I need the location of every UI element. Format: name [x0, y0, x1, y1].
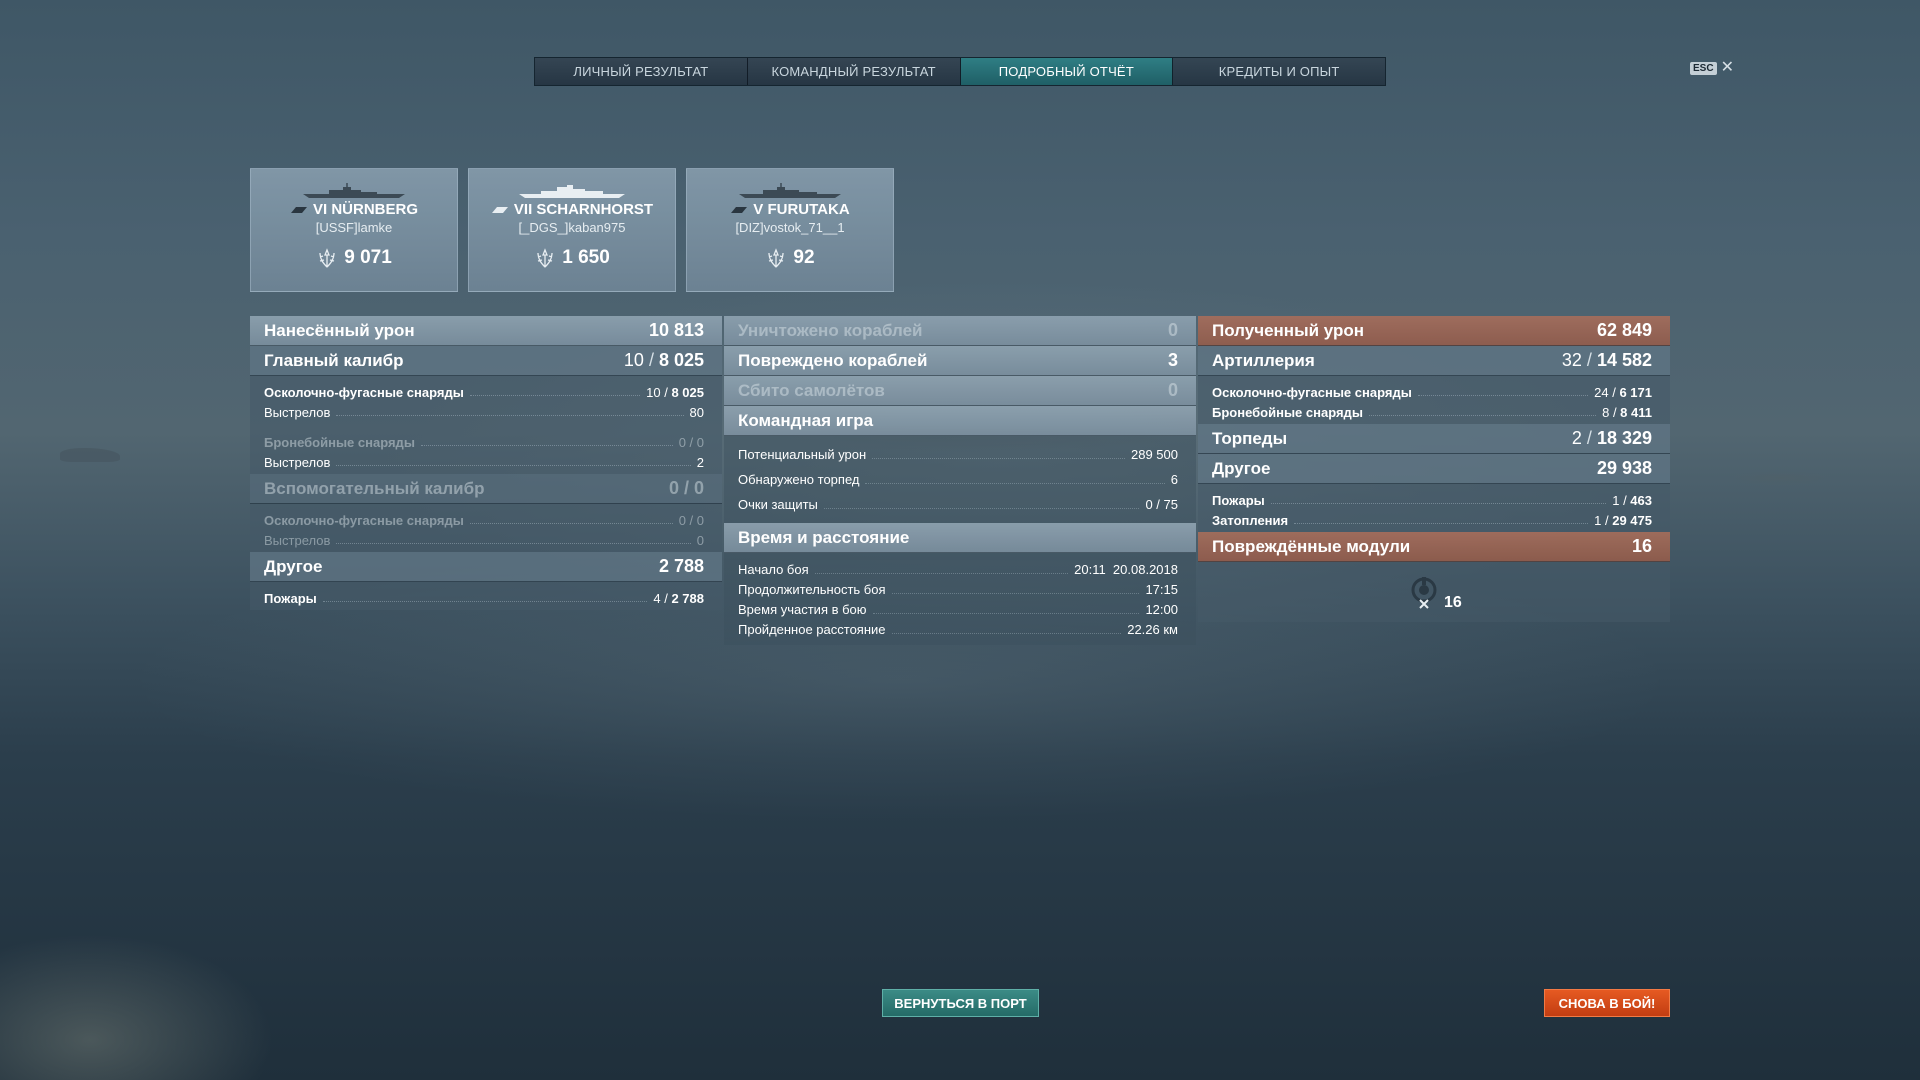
battle-duration-row: Продолжительность боя 17:15	[738, 581, 1178, 597]
esc-key-hint: ESC	[1690, 61, 1717, 75]
secondary-details: Осколочно-фугасные снаряды 0 / 0 Выстрел…	[250, 504, 722, 552]
he-shots-row: Выстрелов 80	[264, 405, 704, 420]
player-name: [_DGS_]kaban975	[518, 220, 626, 235]
artillery-row: Артиллерия 32 / 14 582	[1198, 346, 1670, 376]
ship-card[interactable]: VI NÜRNBERG [USSF]lamke 9 071	[250, 168, 458, 292]
ship-silhouette-icon	[303, 183, 405, 198]
time-distance-details: Начало боя 20:11 20.08.2018 Продолжитель…	[724, 553, 1196, 645]
ship-name: VI NÜRNBERG	[312, 201, 418, 218]
player-name: [USSF]lamke	[315, 220, 393, 235]
laurel-icon	[768, 248, 785, 268]
defense-points-row: Очки защиты 0 / 75	[738, 497, 1178, 512]
teamwork-details: Потенциальный урон 289 500 Обнаружено то…	[724, 436, 1196, 523]
ship-card[interactable]: V FURUTAKA [DIZ]vostok_71__1 92	[686, 168, 894, 292]
other-damage-row: Другое 2 788	[250, 552, 722, 582]
damage-received-header: Полученный урон 62 849	[1198, 316, 1670, 346]
received-fires-row: Пожары 1 / 463	[1212, 493, 1652, 508]
ship-name: V FURUTAKA	[753, 201, 850, 218]
damage-dealt-value: 92	[793, 247, 815, 268]
ap-shells-row: Бронебойные снаряды 0 / 0	[264, 435, 704, 450]
laurel-icon	[537, 248, 553, 268]
potential-damage-row: Потенциальный урон 289 500	[738, 447, 1178, 462]
main-battery-row: Главный калибр 10 / 8 025	[250, 346, 722, 376]
damage-dealt-header: Нанесённый урон 10 813	[250, 316, 722, 346]
battle-again-button[interactable]: СНОВА В БОЙ!	[1544, 989, 1670, 1017]
artillery-details: Осколочно-фугасные снаряды 24 / 6 171 Бр…	[1198, 376, 1670, 424]
received-other-details: Пожары 1 / 463 Затопления 1 / 29 475	[1198, 484, 1670, 532]
time-distance-header: Время и расстояние	[724, 523, 1196, 553]
damaged-modules-area: 16	[1198, 562, 1670, 622]
tab-detailed-report[interactable]: ПОДРОБНЫЙ ОТЧЁТ	[960, 58, 1174, 85]
he-shells-row: Осколочно-фугасные снаряды 10 / 8 025	[264, 385, 704, 400]
return-to-port-button[interactable]: ВЕРНУТЬСЯ В ПОРТ	[882, 989, 1039, 1017]
secondary-battery-row: Вспомогательный калибр 0 / 0	[250, 474, 722, 504]
torpedoes-spotted-row: Обнаружено торпед 6	[738, 472, 1178, 487]
received-ap-row: Бронебойные снаряды 8 / 8 411	[1212, 405, 1652, 420]
ship-card[interactable]: VII SCHARNHORST [_DGS_]kaban975 1 650	[468, 168, 676, 292]
damage-dealt-panel: Нанесённый урон 10 813 Главный калибр 10…	[250, 316, 722, 610]
close-button[interactable]: ESC ✕	[1690, 60, 1734, 76]
ship-silhouette-icon	[739, 183, 841, 198]
damage-dealt-value: 9 071	[344, 247, 392, 268]
island-left	[60, 448, 120, 462]
tab-credits-xp[interactable]: КРЕДИТЫ И ОПЫТ	[1173, 58, 1385, 85]
distance-row: Пройденное расстояние 22.26 км	[738, 621, 1178, 637]
damaged-modules-count: 16	[1444, 594, 1462, 611]
ships-damaged-row: Повреждено кораблей 3	[724, 346, 1196, 376]
battle-summary-panel: Уничтожено кораблей 0 Повреждено корабле…	[724, 316, 1196, 645]
results-tabs: ЛИЧНЫЙ РЕЗУЛЬТАТ КОМАНДНЫЙ РЕЗУЛЬТАТ ПОД…	[534, 57, 1386, 86]
damage-received-panel: Полученный урон 62 849 Артиллерия 32 / 1…	[1198, 316, 1670, 622]
received-other-row: Другое 29 938	[1198, 454, 1670, 484]
foreground-rocks	[0, 860, 360, 1080]
damaged-ships: VI NÜRNBERG [USSF]lamke 9 071 VII SCHARN…	[250, 168, 894, 292]
secondary-shots-row: Выстрелов 0	[264, 533, 704, 548]
battle-start-row: Начало боя 20:11 20.08.2018	[738, 561, 1178, 577]
received-flooding-row: Затопления 1 / 29 475	[1212, 513, 1652, 528]
ap-shots-row: Выстрелов 2	[264, 455, 704, 470]
secondary-he-row: Осколочно-фугасные снаряды 0 / 0	[264, 513, 704, 528]
player-name: [DIZ]vostok_71__1	[735, 220, 845, 235]
other-damage-details: Пожары 4 / 2 788	[250, 582, 722, 610]
fires-row: Пожары 4 / 2 788	[264, 591, 704, 606]
cruiser-class-icon	[731, 206, 748, 213]
turret-module-icon[interactable]	[1408, 576, 1442, 610]
damaged-modules-header: Повреждённые модули 16	[1198, 532, 1670, 562]
tab-personal-result[interactable]: ЛИЧНЫЙ РЕЗУЛЬТАТ	[535, 58, 748, 85]
ships-destroyed-row: Уничтожено кораблей 0	[724, 316, 1196, 346]
ship-silhouette-icon	[519, 185, 625, 198]
main-battery-details: Осколочно-фугасные снаряды 10 / 8 025 Вы…	[250, 376, 722, 474]
tab-team-result[interactable]: КОМАНДНЫЙ РЕЗУЛЬТАТ	[747, 58, 961, 85]
torpedoes-row: Торпеды 2 / 18 329	[1198, 424, 1670, 454]
damage-dealt-value: 1 650	[562, 247, 610, 268]
participation-time-row: Время участия в бою 12:00	[738, 601, 1178, 617]
ship-name: VII SCHARNHORST	[513, 201, 654, 218]
teamwork-header: Командная игра	[724, 406, 1196, 436]
battleship-class-icon	[491, 206, 508, 213]
close-icon: ✕	[1720, 59, 1734, 76]
planes-shot-down-row: Сбито самолётов 0	[724, 376, 1196, 406]
cruiser-class-icon	[290, 206, 307, 213]
island-right	[1700, 468, 1860, 488]
laurel-icon	[319, 248, 335, 268]
received-he-row: Осколочно-фугасные снаряды 24 / 6 171	[1212, 385, 1652, 400]
